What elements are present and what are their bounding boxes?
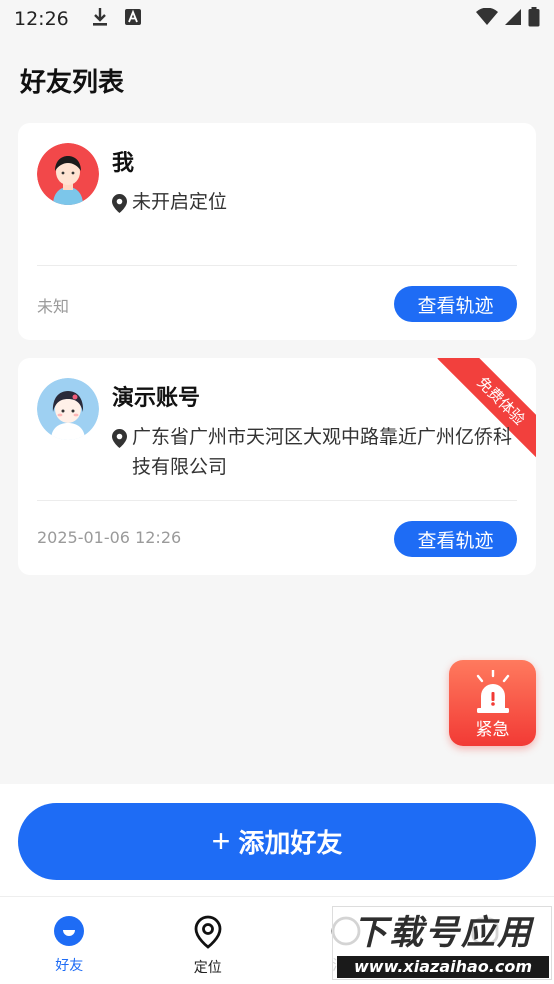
status-time: 12:26 [14,8,69,30]
download-icon [91,7,109,32]
location-pin-icon [112,427,127,457]
signal-icon [504,8,522,31]
last-update-text: 未知 [37,297,70,316]
friend-card-me[interactable]: 我 未开启定位 未知 查看轨迹 [18,123,536,340]
tab-label: 好友 [55,958,84,974]
battery-icon [528,6,540,32]
tab-label: 定位 [193,960,222,976]
emergency-button[interactable]: 紧急 [449,660,536,746]
location-row: 未开启定位 [112,187,512,222]
watermark-url: www.xiazaihao.com [337,956,549,978]
friends-icon [53,915,85,951]
alarm-light-icon [476,670,510,713]
friend-name: 演示账号 [112,386,201,411]
location-pin-icon [192,915,224,953]
view-track-button[interactable]: 查看轨迹 [394,286,517,322]
avatar-me [37,143,99,205]
tab-location[interactable]: 定位 [139,897,278,984]
emergency-label: 紧急 [475,720,510,740]
view-track-button[interactable]: 查看轨迹 [394,521,517,557]
page-title: 好友列表 [20,68,125,98]
watermark-title: 下载号应用 [353,913,533,953]
watermark: 下载号应用 www.xiazaihao.com [332,906,552,980]
location-pin-icon [112,192,127,222]
location-row: 广东省广州市天河区大观中路靠近广州亿侨科技有限公司 [112,422,512,482]
last-update-text: 2025-01-06 12:26 [37,528,182,547]
location-text: 广东省广州市天河区大观中路靠近广州亿侨科技有限公司 [132,426,513,478]
tab-friends[interactable]: 好友 [0,897,139,984]
card-divider [37,265,517,266]
plus-icon: + [211,823,231,859]
friend-name: 我 [112,151,135,176]
wifi-icon [476,7,498,31]
avatar-demo [37,378,99,440]
a-icon [124,8,141,30]
card-divider [37,500,517,501]
add-friend-button[interactable]: + 添加好友 [18,803,536,880]
friend-card-demo[interactable]: 免费体验 演示账号 广东省广州市天河区大观中路靠近广州亿侨科技有限公司 2025… [18,358,536,575]
add-friend-label: 添加好友 [238,828,343,858]
status-bar: 12:26 [0,0,554,38]
location-text: 未开启定位 [132,191,228,213]
status-right-icons [476,6,540,32]
